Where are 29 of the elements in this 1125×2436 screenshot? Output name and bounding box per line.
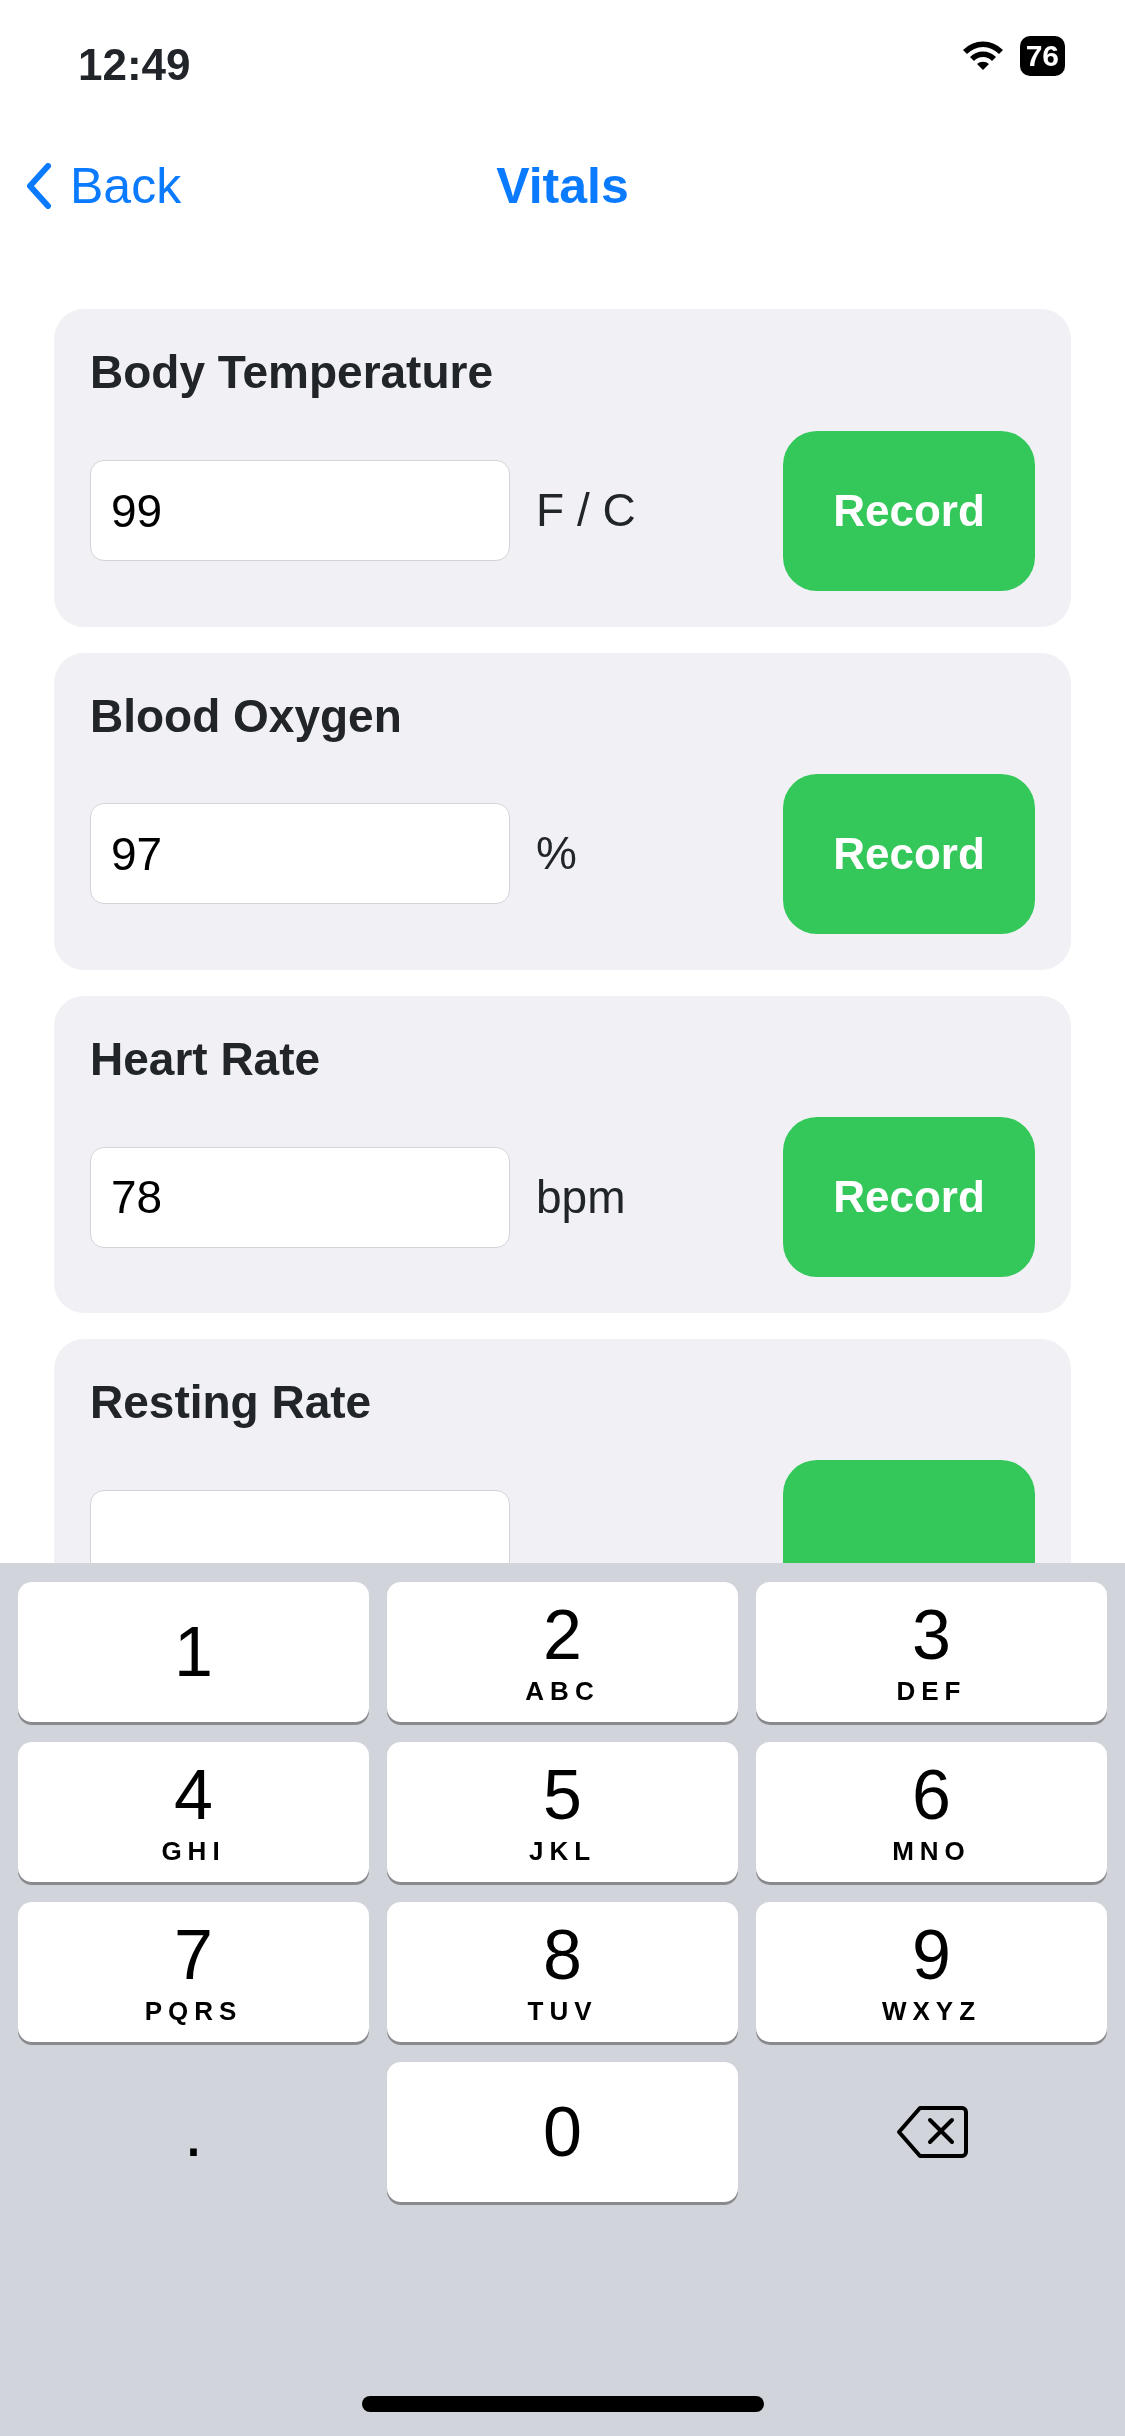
- unit-label: %: [536, 826, 578, 882]
- value-field[interactable]: 99: [90, 460, 510, 562]
- keypad-key[interactable]: 7 PQRS: [18, 1902, 369, 2042]
- unit-label: bpm: [536, 1169, 627, 1225]
- vital-label: Heart Rate: [90, 1031, 322, 1087]
- value-field[interactable]: 78: [90, 1146, 510, 1248]
- keypad-key[interactable]: 4 GHI: [18, 1742, 369, 1882]
- value-field[interactable]: 97: [90, 803, 510, 905]
- keypad-key[interactable]: 2 ABC: [387, 1582, 738, 1722]
- unit-label: F / C: [536, 483, 637, 539]
- keypad-key[interactable]: 6 MNO: [756, 1742, 1107, 1882]
- screen-title: Vitals: [496, 157, 629, 214]
- keypad-key[interactable]: 9 WXYZ: [756, 1902, 1107, 2042]
- vital-label: Body Temperature: [90, 345, 495, 401]
- status-time: 12:49: [78, 39, 191, 91]
- vital-label: Resting Rate: [90, 1375, 373, 1431]
- battery-indicator: 76: [1019, 36, 1065, 76]
- back-button[interactable]: Back: [26, 148, 182, 224]
- keypad-key[interactable]: 1: [18, 1582, 369, 1722]
- backspace-icon[interactable]: [895, 2104, 968, 2160]
- chevron-left-icon: [26, 163, 52, 210]
- value-field[interactable]: [90, 1489, 510, 1563]
- decimal-key[interactable]: .: [18, 2062, 369, 2202]
- vital-label: Blood Oxygen: [90, 688, 403, 744]
- keypad-key[interactable]: 3 DEF: [756, 1582, 1107, 1722]
- keypad-key[interactable]: 0: [387, 2062, 738, 2202]
- wifi-icon: [961, 40, 1004, 72]
- keypad-key[interactable]: 5 JKL: [387, 1742, 738, 1882]
- keypad-key[interactable]: 8 TUV: [387, 1902, 738, 2042]
